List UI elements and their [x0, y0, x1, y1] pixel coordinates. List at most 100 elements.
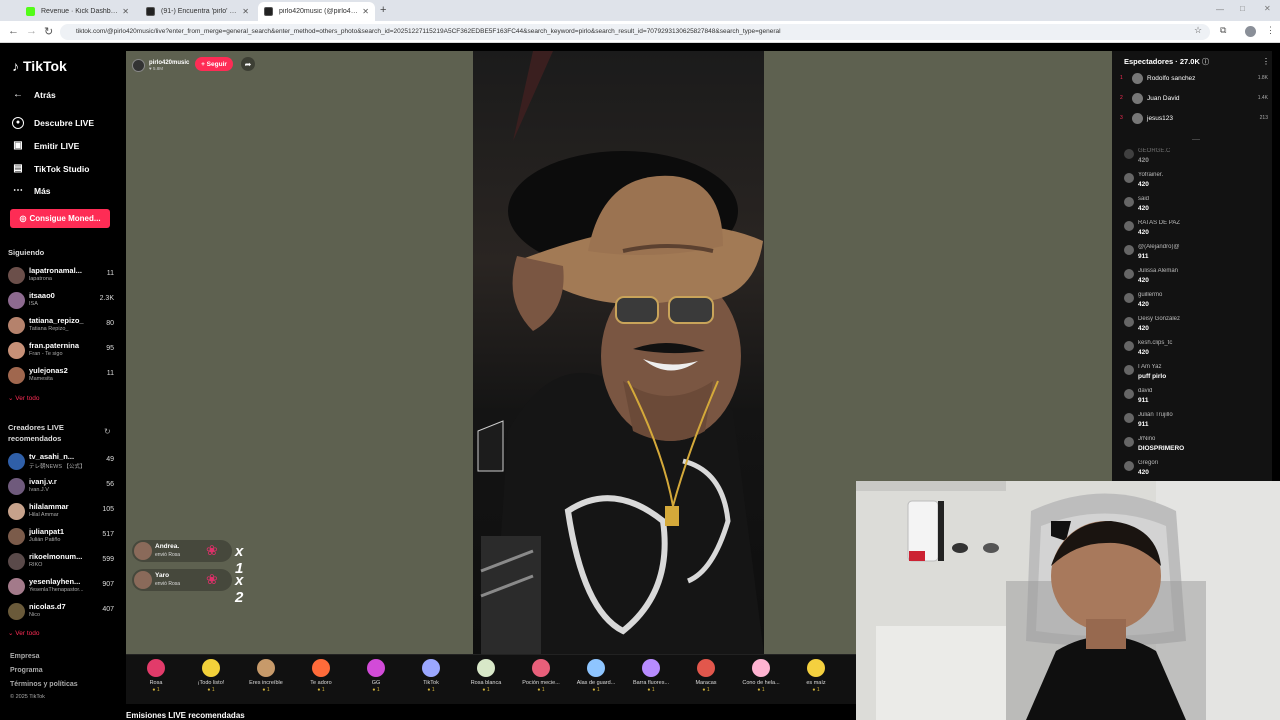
gift-item[interactable]: Alas de guard... ● 1	[570, 659, 622, 693]
extensions-icon[interactable]: ⧉	[1220, 25, 1226, 36]
info-icon[interactable]: ⓘ	[1202, 59, 1209, 66]
following-item[interactable]: lapatronamal... lapatrona 11	[8, 265, 114, 289]
chat-message[interactable]: Gregori 420	[1122, 459, 1267, 483]
see-all-following-link[interactable]: ⌄ Ver todo	[8, 394, 39, 402]
creator-name: tv_asahi_n...	[29, 452, 75, 461]
gift-cost-value: 1	[486, 687, 490, 693]
footer-link-terms[interactable]: Términos y políticas	[10, 681, 78, 688]
chat-message[interactable]: Yofrainer. 420	[1122, 171, 1267, 195]
top-viewer-item[interactable]: 2 Juan David 1.4K	[1120, 92, 1268, 106]
chat-message[interactable]: Deisy González 420	[1122, 315, 1267, 339]
browser-tab[interactable]: (91-) Encuentra 'pirlo' en TikTok ✕	[140, 2, 255, 21]
close-window-icon[interactable]: ✕	[1264, 4, 1271, 13]
chat-message[interactable]: RATAS DE PAZ 420	[1122, 219, 1267, 243]
nav-discover-live[interactable]: ● Descubre LIVE	[12, 117, 94, 129]
top-viewer-item[interactable]: 1 Rodolfo sanchez 1.8K	[1120, 72, 1268, 86]
chat-message[interactable]: I Am Yaz puff pirlo	[1122, 363, 1267, 387]
nav-go-live[interactable]: ▣ Emitir LIVE	[12, 140, 79, 151]
following-item[interactable]: tatiana_repizo_ Tatiana Repizo_ 80	[8, 315, 114, 339]
chat-text: 911	[1138, 397, 1149, 404]
browser-menu-icon[interactable]: ⋮	[1266, 25, 1275, 36]
chat-message[interactable]: said 420	[1122, 195, 1267, 219]
gift-item[interactable]: Rosa ● 1	[130, 659, 182, 693]
nav-more[interactable]: ⋯ Más	[12, 185, 51, 196]
close-tab-icon[interactable]: ✕	[362, 7, 369, 16]
gift-item[interactable]: Eres increíble ● 1	[240, 659, 292, 693]
chat-message[interactable]: guillermo 420	[1122, 291, 1267, 315]
recommended-creator-item[interactable]: yesenlayhen... YesenlaThenapastor... 907	[8, 576, 114, 600]
recommended-creator-item[interactable]: rikoelmonum... RIKO 599	[8, 551, 114, 575]
chat-message[interactable]: GEORGE.C 420	[1122, 147, 1267, 171]
bookmark-star-icon[interactable]: ☆	[1194, 25, 1202, 36]
maximize-icon[interactable]: □	[1240, 4, 1245, 13]
footer-link-program[interactable]: Programa	[10, 667, 43, 674]
back-link[interactable]: ← Atrás	[12, 89, 56, 100]
gift-icon	[532, 659, 550, 677]
creator-subtitle: Julián Patiño	[29, 537, 61, 543]
minimize-icon[interactable]: —	[1216, 5, 1224, 14]
creator-subtitle: Hilal Ammar	[29, 512, 59, 518]
chat-message[interactable]: kesh.clips_tc 420	[1122, 339, 1267, 363]
creator-subtitle: テレ朝NEWS 【公式】	[29, 464, 86, 470]
refresh-icon[interactable]: ↻	[104, 427, 111, 436]
chat-message[interactable]: @(Alejandro)@ 911	[1122, 243, 1267, 267]
gift-item[interactable]: Te adoro ● 1	[295, 659, 347, 693]
viewer-count: 49	[106, 456, 114, 463]
chat-message[interactable]: Julián Trujillo 911	[1122, 411, 1267, 435]
following-item[interactable]: yulejonas2 Mamesita 11	[8, 365, 114, 389]
profile-avatar[interactable]	[1245, 26, 1256, 37]
back-arrow-icon[interactable]: ←	[8, 25, 19, 37]
webcam-frame	[856, 481, 1280, 720]
more-icon[interactable]: ⋮	[1262, 57, 1270, 66]
studio-icon: ▤	[13, 163, 23, 174]
following-item[interactable]: itsaao0 ISA 2.3K	[8, 290, 114, 314]
creator-subtitle: Ivan.J.V	[29, 487, 49, 493]
viewer-name: jesus123	[1147, 115, 1174, 122]
recommended-creator-item[interactable]: ivanj.v.r Ivan.J.V 56	[8, 476, 114, 500]
viewers-header[interactable]: Espectadores · 27.0K ⓘ	[1124, 57, 1209, 67]
new-tab-button[interactable]: +	[380, 4, 386, 16]
avatar	[8, 553, 25, 570]
footer-link-company[interactable]: Empresa	[10, 653, 40, 660]
chat-username: @(Alejandro)@	[1138, 244, 1180, 250]
close-tab-icon[interactable]: ✕	[242, 7, 249, 16]
following-item[interactable]: fran.paternina Fran - Te sigo 95	[8, 340, 114, 364]
chat-text: 420	[1138, 277, 1149, 284]
tab-title: pirlo420music (@pirlo420music)	[279, 8, 359, 15]
browser-tab[interactable]: Revenue · Kick Dashboard ✕	[20, 2, 135, 21]
chat-message[interactable]: JrNiño DIOSPRIMERO	[1122, 435, 1267, 459]
recommended-creator-item[interactable]: julianpat1 Julián Patiño 517	[8, 526, 114, 550]
see-all-recommended-link[interactable]: ⌄ Ver todo	[8, 629, 39, 637]
chat-message[interactable]: Julissa Aleman 420	[1122, 267, 1267, 291]
creator-subtitle: ISA	[29, 301, 38, 307]
live-video[interactable]	[473, 51, 764, 654]
recommended-creator-item[interactable]: nicolas.d7 Nico 407	[8, 601, 114, 625]
nav-tiktok-studio[interactable]: ▤ TikTok Studio	[12, 163, 89, 174]
gift-item[interactable]: Rosa blanca ● 1	[460, 659, 512, 693]
tiktok-logo[interactable]: ♪ TikTok	[12, 58, 67, 74]
recommended-creator-item[interactable]: hilalammar Hilal Ammar 105	[8, 501, 114, 525]
browser-tab-active[interactable]: pirlo420music (@pirlo420music) ✕	[258, 2, 375, 21]
gift-item[interactable]: es maíz ● 1	[790, 659, 842, 693]
gift-item[interactable]: TikTok ● 1	[405, 659, 457, 693]
gift-item[interactable]: ¡Todo listo! ● 1	[185, 659, 237, 693]
close-tab-icon[interactable]: ✕	[122, 7, 129, 16]
viewer-name: Juan David	[1147, 95, 1180, 102]
forward-arrow-icon[interactable]: →	[26, 25, 37, 37]
gift-item[interactable]: Poción mecie... ● 1	[515, 659, 567, 693]
gift-cost-value: 1	[376, 687, 380, 693]
follow-button[interactable]: + Seguir	[195, 57, 233, 71]
get-coins-button[interactable]: ◎ Consigue Moned...	[10, 209, 110, 228]
gift-item[interactable]: Maracas ● 1	[680, 659, 732, 693]
viewer-rank: 2	[1120, 95, 1123, 101]
recommended-creator-item[interactable]: tv_asahi_n... テレ朝NEWS 【公式】 49	[8, 451, 114, 475]
url-input[interactable]: tiktok.com/@pirlo420music/live?enter_fro…	[60, 24, 1210, 40]
gift-item[interactable]: GG ● 1	[350, 659, 402, 693]
top-viewer-item[interactable]: 3 jesus123 213	[1120, 112, 1268, 126]
gift-item[interactable]: Cono de hela... ● 1	[735, 659, 787, 693]
chat-username: david	[1138, 388, 1153, 394]
reload-icon[interactable]: ↻	[44, 25, 53, 38]
share-icon[interactable]: ➦	[241, 57, 255, 71]
gift-item[interactable]: Barra fluores... ● 1	[625, 659, 677, 693]
chat-message[interactable]: david 911	[1122, 387, 1267, 411]
